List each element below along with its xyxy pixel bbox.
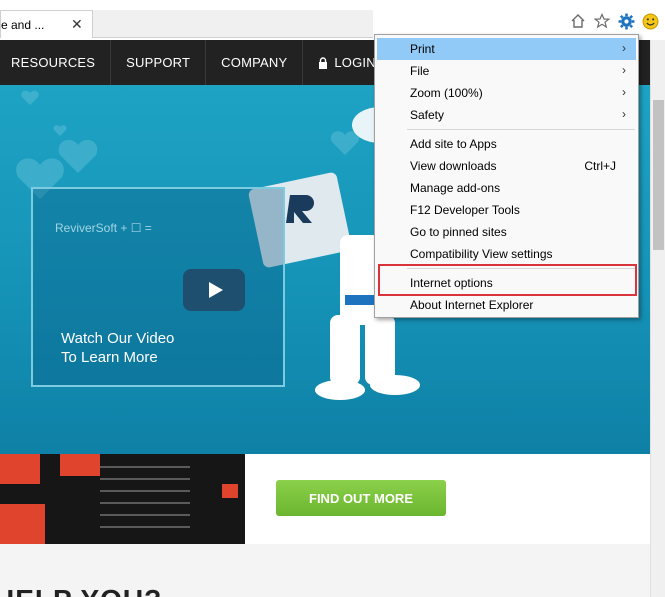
menu-separator (407, 129, 635, 130)
chevron-right-icon: › (622, 85, 626, 99)
page-scrollbar[interactable] (650, 40, 665, 597)
menu-item-label: Add site to Apps (410, 137, 497, 151)
menu-item-label: Manage add-ons (410, 181, 501, 195)
menu-item-f12-developer-tools[interactable]: F12 Developer Tools (377, 199, 636, 221)
nav-company[interactable]: COMPANY (206, 40, 304, 85)
video-caption-line2: To Learn More (61, 349, 158, 366)
menu-item-zoom[interactable]: Zoom (100%) › (377, 82, 636, 104)
new-tab-area[interactable] (93, 10, 373, 38)
lock-icon (319, 56, 328, 69)
menu-item-label: About Internet Explorer (410, 298, 534, 312)
chevron-right-icon: › (622, 107, 626, 121)
browser-tab[interactable]: e and ... ✕ (0, 10, 93, 38)
menu-item-label: Safety (410, 108, 445, 122)
help-section: HELP YOU? (0, 544, 650, 597)
tools-gear-icon[interactable] (617, 12, 635, 30)
tab-close-icon[interactable]: ✕ (71, 16, 83, 33)
menu-item-label: File (410, 64, 430, 78)
favorites-star-icon[interactable] (593, 12, 611, 30)
nav-support[interactable]: SUPPORT (111, 40, 207, 85)
play-icon (209, 282, 223, 298)
find-out-more-button[interactable]: FIND OUT MORE (276, 480, 446, 516)
menu-item-label: Compatibility View settings (410, 247, 553, 261)
video-caption-line1: Watch Our Video (61, 330, 175, 347)
play-button[interactable] (183, 269, 245, 311)
menu-item-shortcut: Ctrl+J (584, 159, 616, 173)
video-caption: Watch Our Video To Learn More (61, 329, 174, 367)
menu-item-label: F12 Developer Tools (410, 203, 520, 217)
menu-item-label: View downloads (410, 159, 497, 173)
nav-support-label: SUPPORT (126, 55, 191, 70)
highlight-callout-box (378, 264, 637, 296)
menu-item-go-to-pinned-sites[interactable]: Go to pinned sites (377, 221, 636, 243)
scrollbar-thumb[interactable] (653, 100, 664, 250)
menu-item-label: Print (410, 42, 435, 56)
menu-item-add-site-to-apps[interactable]: Add site to Apps (377, 133, 636, 155)
menu-item-print[interactable]: Print › (377, 38, 636, 60)
nav-company-label: COMPANY (221, 55, 288, 70)
nav-resources[interactable]: RESOURCES (0, 40, 112, 85)
video-logo-text: ReviverSoft + ☐ = (55, 221, 152, 235)
nav-resources-label: RESOURCES (11, 55, 96, 70)
app-screenshot-image (0, 454, 245, 544)
help-heading: HELP YOU? (0, 584, 162, 597)
menu-item-view-downloads[interactable]: View downloads Ctrl+J (377, 155, 636, 177)
menu-item-manage-add-ons[interactable]: Manage add-ons (377, 177, 636, 199)
menu-item-compatibility-view-settings[interactable]: Compatibility View settings (377, 243, 636, 265)
toolbar-icons (569, 12, 659, 30)
menu-item-label: Go to pinned sites (410, 225, 507, 239)
tab-title: e and ... (1, 17, 45, 32)
smiley-feedback-icon[interactable] (641, 12, 659, 30)
menu-item-label: Zoom (100%) (410, 86, 483, 100)
video-player[interactable]: ReviverSoft + ☐ = Watch Our Video To Lea… (31, 187, 285, 387)
chevron-right-icon: › (622, 63, 626, 77)
product-section: FIND OUT MORE (0, 454, 650, 544)
menu-item-file[interactable]: File › (377, 60, 636, 82)
menu-item-about-internet-explorer[interactable]: About Internet Explorer (377, 294, 636, 316)
nav-login-label: LOGIN (334, 55, 376, 70)
home-icon[interactable] (569, 12, 587, 30)
menu-item-safety[interactable]: Safety › (377, 104, 636, 126)
chevron-right-icon: › (622, 41, 626, 55)
